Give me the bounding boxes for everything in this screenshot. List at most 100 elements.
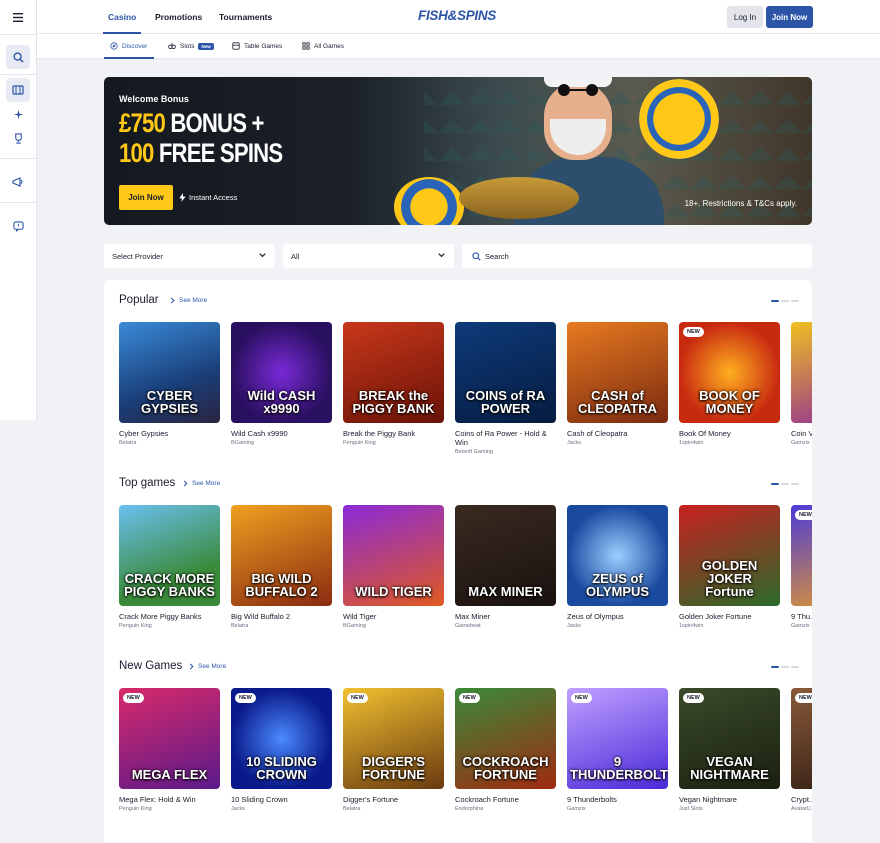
join-now-button[interactable]: Join Now <box>766 6 813 28</box>
subnav-all-games[interactable]: All Games <box>302 42 344 50</box>
hero-join-button[interactable]: Join Now <box>119 185 173 210</box>
instant-access-label: Instant Access <box>189 193 238 202</box>
game-name[interactable]: Mega Flex: Hold & Win <box>119 795 220 804</box>
game-provider: Belatra <box>231 623 249 629</box>
welcome-bonus-banner[interactable]: Welcome Bonus £750 BONUS + 100 FREE SPIN… <box>104 77 812 225</box>
game-name[interactable]: 10 Sliding Crown <box>231 795 332 804</box>
game-name[interactable]: Cyber Gypsies <box>119 429 220 438</box>
game-name[interactable]: Crack More Piggy Banks <box>119 612 220 621</box>
slots-icon <box>168 42 176 49</box>
subnav-discover[interactable]: Discover <box>110 42 147 50</box>
game-tile[interactable] <box>791 322 812 423</box>
section-title: Top games <box>119 477 176 489</box>
game-tile[interactable]: GOLDEN JOKER Fortune <box>679 505 780 606</box>
see-more-link[interactable]: See More <box>170 297 207 304</box>
game-name[interactable]: Golden Joker Fortune <box>679 612 780 621</box>
new-badge: NEW <box>795 693 812 703</box>
active-subtab-indicator <box>104 57 154 59</box>
new-badge: NEW <box>123 693 144 703</box>
game-tile[interactable]: BIG WILD BUFFALO 2 <box>231 505 332 606</box>
game-art-title: BIG WILD BUFFALO 2 <box>245 571 318 599</box>
game-provider: AvatarU... <box>791 806 812 812</box>
hero-headline-1: £750 BONUS + <box>119 108 264 138</box>
game-name[interactable]: Break the Piggy Bank <box>343 429 444 438</box>
game-name[interactable]: Wild Cash x9990 <box>231 429 332 438</box>
game-provider: Betsoft Gaming <box>455 449 493 455</box>
game-tile[interactable]: Wild CASH x9990 <box>231 322 332 423</box>
see-more-link[interactable]: See More <box>189 663 226 670</box>
category-select[interactable]: All <box>283 244 454 268</box>
tab-casino[interactable]: Casino <box>108 12 136 22</box>
chef-illustration <box>558 84 598 96</box>
game-art-title: WILD TIGER <box>355 584 432 599</box>
game-name[interactable]: Max Miner <box>455 612 556 621</box>
brand-logo[interactable]: FISH&SPINS <box>418 8 496 23</box>
game-art-title: Wild CASH x9990 <box>247 388 316 416</box>
game-tile[interactable]: DIGGER'S FORTUNE NEW <box>343 688 444 789</box>
chat-icon[interactable] <box>6 214 30 238</box>
game-tile[interactable]: MAX MINER <box>455 505 556 606</box>
new-badge: NEW <box>683 693 704 703</box>
game-tile[interactable]: NEW <box>791 688 812 789</box>
search-input[interactable]: Search <box>462 244 812 268</box>
carousel-indicator <box>771 483 799 485</box>
provider-select-label: Select Provider <box>112 251 163 261</box>
see-more-label: See More <box>179 297 208 304</box>
game-tile[interactable]: 9 THUNDERBOLTS NEW <box>567 688 668 789</box>
tab-promotions[interactable]: Promotions <box>155 12 202 22</box>
casino-icon[interactable] <box>6 78 30 102</box>
game-provider: Gamzix <box>567 806 586 812</box>
game-provider: Jacks <box>231 806 246 812</box>
see-more-link[interactable]: See More <box>183 480 220 487</box>
subnav-label: Table Games <box>244 42 283 50</box>
game-art-title: COINS of RA POWER <box>465 388 546 416</box>
chevron-right-icon <box>170 297 175 304</box>
lightning-icon <box>179 193 186 202</box>
subnav-label: All Games <box>314 42 344 50</box>
menu-icon[interactable] <box>6 5 30 29</box>
provider-select[interactable]: Select Provider <box>104 244 275 268</box>
game-tile[interactable]: CASH of CLEOPATRA <box>567 322 668 423</box>
new-badge: NEW <box>347 693 368 703</box>
game-tile[interactable]: MEGA FLEX NEW <box>119 688 220 789</box>
game-tile[interactable]: 10 SLIDING CROWN NEW <box>231 688 332 789</box>
game-name[interactable]: Zeus of Olympus <box>567 612 668 621</box>
game-tile[interactable]: COCKROACH FORTUNE NEW <box>455 688 556 789</box>
game-name[interactable]: Big Wild Buffalo 2 <box>231 612 332 621</box>
login-button[interactable]: Log In <box>727 6 763 28</box>
subnav-table-games[interactable]: Table Games <box>232 42 282 50</box>
trophy-icon[interactable] <box>6 126 30 150</box>
game-name[interactable]: Digger's Fortune <box>343 795 444 804</box>
game-art-title: 9 THUNDERBOLTS <box>570 754 668 782</box>
game-name[interactable]: Cash of Cleopatra <box>567 429 668 438</box>
game-tile[interactable]: BREAK the PIGGY BANK <box>343 322 444 423</box>
new-badge: NEW <box>683 327 704 337</box>
new-badge: New <box>198 42 214 50</box>
game-tile[interactable]: ZEUS of OLYMPUS <box>567 505 668 606</box>
game-tile[interactable]: COINS of RA POWER <box>455 322 556 423</box>
game-name[interactable]: Cockroach Fortune <box>455 795 556 804</box>
game-tile[interactable]: VEGAN NIGHTMARE NEW <box>679 688 780 789</box>
game-name[interactable]: Book Of Money <box>679 429 780 438</box>
game-tile[interactable]: BOOK OF MONEY NEW <box>679 322 780 423</box>
game-name[interactable]: Wild Tiger <box>343 612 444 621</box>
promo-icon[interactable] <box>6 170 30 194</box>
search-icon[interactable] <box>6 45 30 69</box>
new-badge: NEW <box>571 693 592 703</box>
game-provider: Penguin King <box>119 806 152 812</box>
games-panel: Popular See More CYBER GYPSIES Cyber Gypsie… <box>104 280 812 843</box>
game-name[interactable]: Coin V... <box>791 429 812 438</box>
game-name[interactable]: Coins of Ra Power - Hold & Win <box>455 429 556 447</box>
game-tile[interactable]: WILD TIGER <box>343 505 444 606</box>
subnav-slots[interactable]: Slots New <box>168 42 214 50</box>
tab-tournaments[interactable]: Tournaments <box>219 12 272 22</box>
game-name[interactable]: 9 Thunderbolts <box>567 795 668 804</box>
chevron-down-icon <box>259 253 266 258</box>
game-name[interactable]: Crypt... <box>791 795 812 804</box>
game-tile[interactable]: CRACK MORE PIGGY BANKS <box>119 505 220 606</box>
game-name[interactable]: 9 Thu... <box>791 612 812 621</box>
game-name[interactable]: Vegan Nightmare <box>679 795 780 804</box>
game-tile[interactable]: NEW <box>791 505 812 606</box>
sparkle-icon[interactable] <box>6 102 30 126</box>
game-tile[interactable]: CYBER GYPSIES <box>119 322 220 423</box>
